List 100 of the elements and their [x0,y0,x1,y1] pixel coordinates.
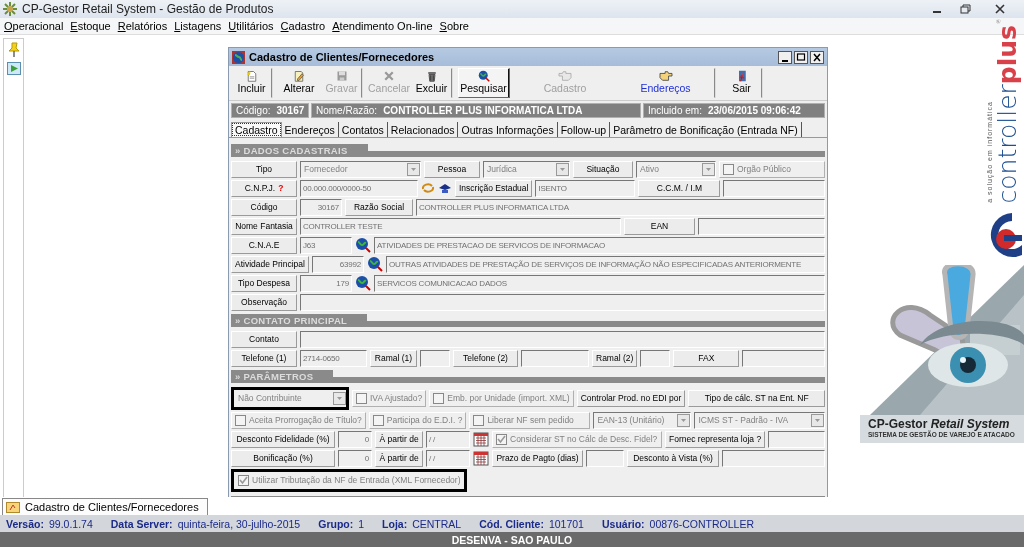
caret-icon [556,162,569,176]
text-field[interactable] [640,349,671,367]
status-value: 00876-CONTROLLER [649,517,755,530]
minimize-icon[interactable] [778,50,792,64]
text-field[interactable]: 2714-0650 [300,349,367,367]
text-field[interactable]: 63992 [311,255,364,273]
field-label: Nome Fantasia [231,217,297,235]
text-field[interactable] [300,330,825,348]
field-label: Pessoa [424,160,480,178]
caret-icon [677,413,691,427]
field-label: Código [231,198,297,216]
text-field[interactable]: SERVICOS COMUNICACAO DADOS [374,274,825,292]
field-label: Ramal (2) [592,349,638,367]
field-label: Tipo de cálc. ST na Ent. NF [688,389,825,407]
toolbar-button[interactable]: Sair [721,68,763,98]
close-icon[interactable] [810,50,824,64]
menu-item[interactable]: Utilitários [228,20,274,32]
text-field[interactable]: / / [426,449,470,467]
status-value: quinta-feira, 30-julho-2015 [177,517,301,530]
menu-item[interactable]: Listagens [174,20,222,32]
play-icon[interactable] [6,62,21,75]
text-field[interactable]: 179 [300,274,352,292]
pin-icon[interactable] [6,42,21,58]
search-icon[interactable] [355,275,371,291]
code-value: 30167 [276,105,305,116]
included-label: Incluido em: [648,105,702,116]
text-field[interactable] [586,449,624,467]
caret-icon [407,162,420,176]
gear-logo-icon [3,2,17,16]
field-label: Telefone (1) [231,349,297,367]
menu-item[interactable]: Estoque [70,20,111,32]
field-label: Tipo Despesa [231,274,297,292]
menu-item[interactable]: Sobre [439,20,469,32]
field-label: Desconto à Vista (%) [627,449,719,467]
text-field[interactable] [698,217,825,235]
text-field[interactable]: 00.000.000/0000-50 [300,179,418,197]
text-field[interactable] [420,349,450,367]
field-label: C.N.P.J. [244,183,276,193]
menu-item[interactable]: Cadastro [280,20,326,32]
field-label: Controlar Prod. no EDI por [576,389,686,407]
status-label: Grupo: [318,517,354,530]
text-field[interactable]: CONTROLLER TESTE [300,217,621,235]
maximize-icon[interactable] [794,50,808,64]
status-value: CENTRAL [412,517,462,530]
status-value: 1 [358,517,365,530]
field-label: Situação [573,160,633,178]
status-label: Cód. Cliente: [479,517,544,530]
text-field[interactable] [742,349,825,367]
text-field[interactable]: ISENTO [535,179,636,197]
section-title: » PARÂMETROS [231,370,334,383]
text-field[interactable]: 30167 [300,198,342,216]
text-field[interactable]: / / [426,430,470,448]
toolbar-button[interactable]: Endereços [616,68,716,98]
text-field[interactable]: OUTRAS ATIVIDADES DE PRESTAÇÃO DE SERVIÇOS DE INFORMAÇÃO NÃO ESPECIFICADAS ANTERIORMENTE [385,255,825,273]
field-label: Prazo de Pagto (dias) [492,449,583,467]
text-field[interactable] [723,179,825,197]
window-title: CP-Gestor Retail System - Gestão de Produtos [22,2,274,16]
search-icon[interactable] [355,237,371,253]
field-label: Inscrição Estadual [455,179,533,197]
section-title: » CONTATO PRINCIPAL [231,314,368,327]
text-field[interactable]: 0 [338,430,372,448]
field-label: Fornec representa loja ? [665,430,766,448]
toolbar-button[interactable]: Incluir [231,68,273,98]
text-field[interactable] [722,449,825,467]
window-tab[interactable]: Cadastro de Clientes/Fornecedores [2,498,208,515]
menu-item[interactable]: Relatórios [117,20,168,32]
field-label: À partir de [375,430,423,448]
toolbar-button[interactable]: Pesquisar [458,68,510,98]
text-field[interactable] [768,430,825,448]
toolbar-button[interactable]: Excluir [411,68,453,98]
location-text: DESENVA - SAO PAULO [451,533,573,546]
status-value: 99.0.1.74 [48,517,93,530]
calendar-icon[interactable] [473,450,489,466]
tab[interactable]: Cadastro [231,122,282,137]
field-label: Tipo [231,160,297,178]
arrow-icon[interactable] [438,181,452,195]
text-field[interactable]: ATIVIDADES DE PRESTACAO DE SERVICOS DE INFORMACAO [374,236,825,254]
field-label: Desconto Fidelidade (%) [231,430,335,448]
status-label: Usuário: [601,517,645,530]
field-label: Razão Social [345,198,413,216]
text-field[interactable] [521,349,589,367]
status-label: Loja: [382,517,408,530]
folder-icon [6,501,20,513]
menu-item[interactable]: Atendimento On-line [332,20,433,32]
calendar-icon[interactable] [473,431,489,447]
caret-icon [333,391,346,405]
status-label: Versão: [6,517,44,530]
field-label: Ramal (1) [370,349,417,367]
menu-item[interactable]: Operacional [4,20,64,32]
text-field[interactable]: J63 [300,236,352,254]
text-field[interactable] [300,293,825,311]
caret-icon [702,162,715,176]
product-title: CP-Gestor Retail System [868,417,1011,431]
section-title: » DADOS CADASTRAIS [231,144,368,157]
toolbar-button[interactable]: Alterar [278,68,320,98]
search-icon[interactable] [366,256,383,272]
text-field[interactable]: CONTROLLER PLUS INFORMATICA LTDA [416,198,825,216]
field-label: C.N.A.E [231,236,297,254]
name-value: CONTROLLER PLUS INFORMATICA LTDA [383,105,583,116]
text-field[interactable]: 0 [338,449,372,467]
